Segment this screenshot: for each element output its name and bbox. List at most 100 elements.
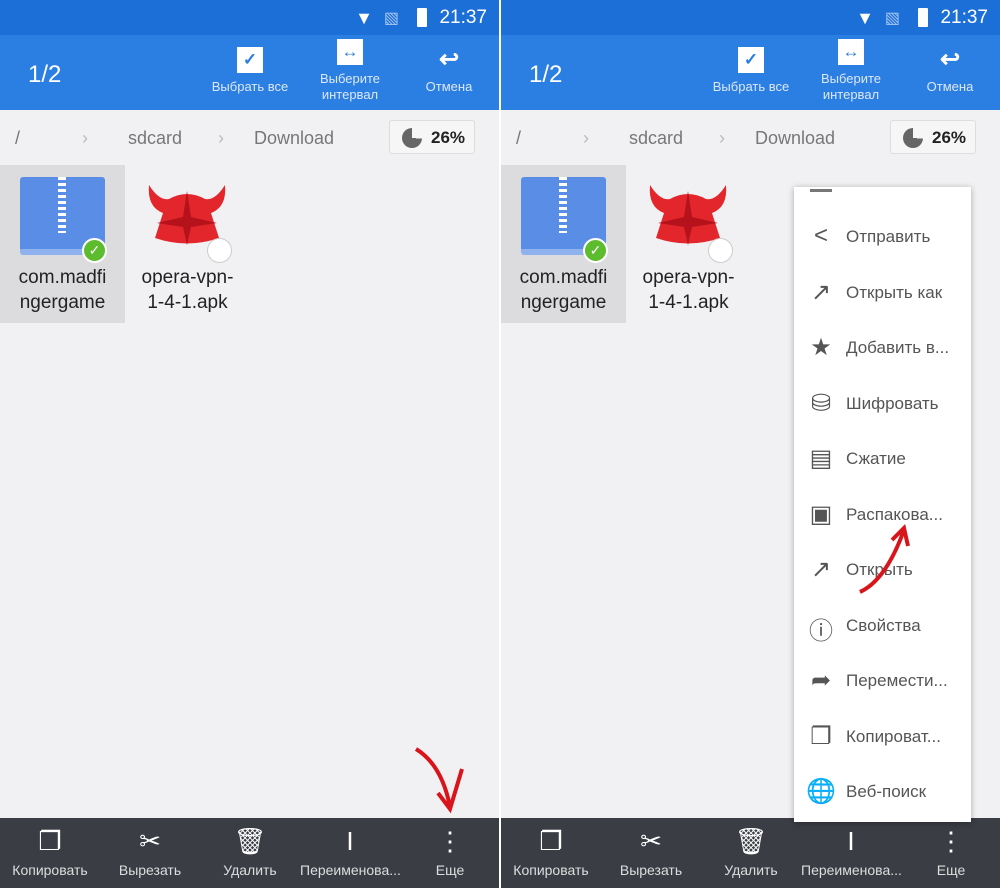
trash-icon: 🗑	[233, 826, 267, 856]
bottom-action-label: Удалить	[223, 862, 277, 878]
checkbox-icon: ✓	[237, 47, 263, 73]
clock: 21:37	[439, 7, 487, 28]
menu-item[interactable]: ▣ Распакова...	[794, 488, 971, 543]
annotation-arrow	[414, 747, 464, 814]
extract-icon: ▣	[809, 500, 833, 528]
menu-item-label: Шифровать	[846, 393, 939, 413]
file-item[interactable]: opera-vpn- 1-4-1.apk	[125, 165, 250, 323]
trash-icon: 🗑	[734, 826, 768, 856]
menu-item[interactable]: ⛁ Шифровать	[794, 377, 971, 432]
no-sim-icon: ▧	[383, 10, 399, 27]
cancel-label: Отмена	[926, 79, 974, 94]
bottom-action-button[interactable]: I Переименова...	[801, 824, 902, 878]
select-range-button[interactable]: ↔ Выберите интервал	[300, 39, 400, 103]
cancel-button[interactable]: ↩ Отмена	[900, 47, 1000, 95]
breadcrumb-sdcard[interactable]: sdcard	[629, 128, 683, 149]
move-icon: ➦	[810, 667, 832, 694]
web-search-icon: 🌐	[806, 778, 836, 805]
breadcrumb-download[interactable]: Download	[254, 128, 334, 149]
checked-icon[interactable]: ✓	[82, 238, 107, 263]
menu-item[interactable]: < Отправить	[794, 210, 971, 265]
range-icon: ↔	[838, 39, 864, 65]
bottom-action-bar: ❐ Копировать ✂ Вырезать 🗑 Удалить I Переименова…	[501, 818, 1000, 888]
menu-item-label: Добавить в...	[846, 338, 950, 357]
bottom-action-button[interactable]: I Переименова...	[300, 824, 401, 878]
storage-percent: 26%	[431, 128, 466, 147]
selection-toolbar: 1/2 ✓ Выбрать все ↔ Выберите интервал ↩ Отм…	[0, 35, 499, 110]
bottom-action-button[interactable]: 🗑 Удалить	[200, 824, 300, 878]
bottom-action-label: Переименова...	[801, 862, 902, 878]
select-all-button[interactable]: ✓ Выбрать все	[200, 47, 300, 95]
select-range-label: Выберите интервал	[820, 71, 882, 102]
file-name: com.madfi ngergame	[519, 267, 608, 313]
select-range-button[interactable]: ↔ Выберите интервал	[801, 39, 901, 103]
file-name: opera-vpn- 1-4-1.apk	[141, 267, 234, 313]
bottom-action-label: Переименова...	[300, 862, 401, 878]
undo-icon: ↩	[939, 46, 961, 73]
bottom-action-label: Удалить	[724, 862, 778, 878]
bottom-action-button[interactable]: 🗑 Удалить	[701, 824, 801, 878]
copy-icon: ❐	[810, 722, 832, 750]
unchecked-icon[interactable]	[207, 238, 232, 263]
status-bar: ▼ ▧ 21:37	[501, 0, 1000, 35]
menu-item[interactable]: ⓘ Свойства	[794, 599, 971, 654]
storage-usage-button[interactable]: 26%	[389, 120, 475, 154]
pie-chart-icon	[903, 128, 923, 148]
select-all-button[interactable]: ✓ Выбрать все	[701, 47, 801, 95]
menu-item[interactable]: ▤ Сжатие	[794, 432, 971, 487]
menu-item[interactable]: ↗ Открыть как	[794, 266, 971, 321]
more-menu: < Отправить ↗ Открыть как ★ Добавить в... ⛁ Шиф…	[794, 187, 971, 822]
file-item[interactable]: opera-vpn- 1-4-1.apk	[626, 165, 751, 323]
breadcrumb-root[interactable]: /	[516, 128, 521, 149]
bottom-action-button[interactable]: ❐ Копировать	[501, 824, 601, 878]
copy-icon: ❐	[38, 826, 62, 856]
compress-icon: ▤	[809, 445, 833, 472]
pie-chart-icon	[402, 128, 422, 148]
range-icon: ↔	[337, 39, 363, 65]
copy-icon: ❐	[539, 826, 563, 856]
menu-item[interactable]: ❐ Копироват...	[794, 710, 971, 765]
select-all-label: Выбрать все	[712, 79, 790, 94]
cancel-button[interactable]: ↩ Отмена	[399, 47, 499, 95]
menu-item[interactable]: 🌐 Веб-поиск	[794, 765, 971, 820]
more-icon: ⋮	[938, 826, 964, 856]
bottom-action-bar: ❐ Копировать ✂ Вырезать 🗑 Удалить I Переименова…	[0, 818, 499, 888]
bottom-action-label: Еще	[936, 862, 966, 878]
unchecked-icon[interactable]	[708, 238, 733, 263]
more-button[interactable]: ⋮ Еще	[901, 824, 1000, 878]
breadcrumb-root[interactable]: /	[15, 128, 20, 149]
storage-usage-button[interactable]: 26%	[890, 120, 976, 154]
star-icon: ★	[810, 334, 832, 361]
share-icon: <	[813, 222, 828, 249]
status-bar: ▼ ▧ 21:37	[0, 0, 499, 35]
bottom-action-label: Вырезать	[118, 862, 182, 878]
bottom-action-label: Еще	[435, 862, 465, 878]
checked-icon[interactable]: ✓	[583, 238, 608, 263]
breadcrumb-sdcard[interactable]: sdcard	[128, 128, 182, 149]
menu-item[interactable]: ↗ Открыть	[794, 543, 971, 598]
no-sim-icon: ▧	[884, 10, 900, 27]
open-external-icon: ↗	[810, 556, 832, 583]
breadcrumb: / › sdcard › Download 26%	[0, 110, 499, 165]
more-button[interactable]: ⋮ Еще	[400, 824, 499, 878]
battery-icon	[918, 8, 928, 27]
wifi-icon: ▼	[355, 8, 373, 28]
bottom-action-button[interactable]: ✂ Вырезать	[601, 824, 701, 878]
battery-icon	[417, 8, 427, 27]
select-range-label: Выберите интервал	[319, 71, 381, 102]
rename-icon: I	[847, 826, 855, 856]
wifi-icon: ▼	[856, 8, 874, 28]
file-item[interactable]: ✓ com.madfi ngergame	[0, 165, 125, 323]
undo-icon: ↩	[438, 46, 460, 73]
select-all-label: Выбрать все	[211, 79, 289, 94]
breadcrumb-download[interactable]: Download	[755, 128, 835, 149]
bottom-action-button[interactable]: ✂ Вырезать	[100, 824, 200, 878]
bottom-action-button[interactable]: ❐ Копировать	[0, 824, 100, 878]
checkbox-icon: ✓	[738, 47, 764, 73]
cancel-label: Отмена	[425, 79, 473, 94]
menu-item-label: Копироват...	[846, 726, 941, 746]
menu-item[interactable]: ➦ Перемести...	[794, 654, 971, 709]
storage-percent: 26%	[932, 128, 967, 147]
menu-item[interactable]: ★ Добавить в...	[794, 321, 971, 376]
file-item[interactable]: ✓ com.madfi ngergame	[501, 165, 626, 323]
